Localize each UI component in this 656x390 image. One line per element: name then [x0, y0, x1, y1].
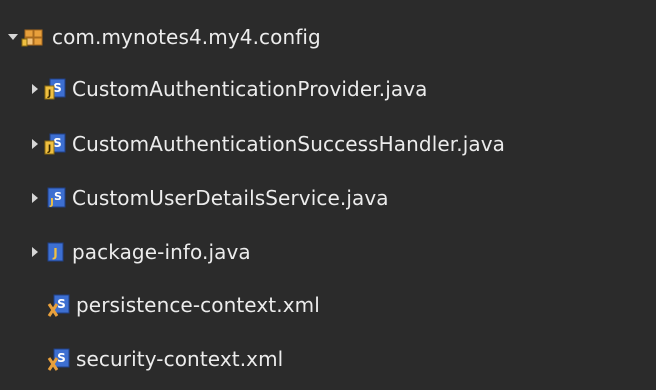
project-explorer-tree: com.mynotes4.my4.config S J CustomAuthen… [0, 0, 656, 390]
svg-text:J: J [52, 246, 57, 260]
expand-arrow-right-icon[interactable] [28, 188, 42, 208]
spring-xml-icon: S [46, 346, 72, 372]
tree-row-file[interactable]: S J CustomAuthenticationSuccessHandler.j… [0, 125, 656, 163]
svg-text:S: S [54, 190, 62, 203]
java-class-spring-icon: S J [42, 76, 68, 102]
svg-text:S: S [57, 351, 66, 365]
package-name-label: com.mynotes4.my4.config [52, 25, 321, 49]
file-label: CustomUserDetailsService.java [72, 186, 389, 210]
expand-arrow-right-icon[interactable] [28, 242, 42, 262]
spring-xml-icon: S [46, 292, 72, 318]
package-folder-icon [20, 24, 46, 50]
java-class-spring-icon: S J [42, 185, 68, 211]
file-label: security-context.xml [76, 347, 284, 371]
file-label: CustomAuthenticationProvider.java [72, 77, 428, 101]
java-file-icon: J [42, 239, 68, 265]
svg-text:J: J [47, 89, 51, 99]
expand-arrow-right-icon[interactable] [28, 134, 42, 154]
svg-text:J: J [47, 144, 51, 154]
tree-row-file[interactable]: J package-info.java [0, 233, 656, 271]
file-label: persistence-context.xml [76, 293, 320, 317]
tree-row-file[interactable]: S J CustomUserDetailsService.java [0, 179, 656, 217]
svg-text:J: J [49, 197, 54, 208]
tree-row-file[interactable]: S security-context.xml [0, 340, 656, 378]
svg-text:S: S [57, 297, 66, 311]
expand-arrow-down-icon[interactable] [6, 27, 20, 47]
file-label: package-info.java [72, 240, 251, 264]
tree-row-file[interactable]: S J CustomAuthenticationProvider.java [0, 70, 656, 108]
tree-row-package[interactable]: com.mynotes4.my4.config [0, 18, 656, 56]
file-label: CustomAuthenticationSuccessHandler.java [72, 132, 506, 156]
expand-arrow-right-icon[interactable] [28, 79, 42, 99]
tree-row-file[interactable]: S persistence-context.xml [0, 286, 656, 324]
java-class-spring-icon: S J [42, 131, 68, 157]
